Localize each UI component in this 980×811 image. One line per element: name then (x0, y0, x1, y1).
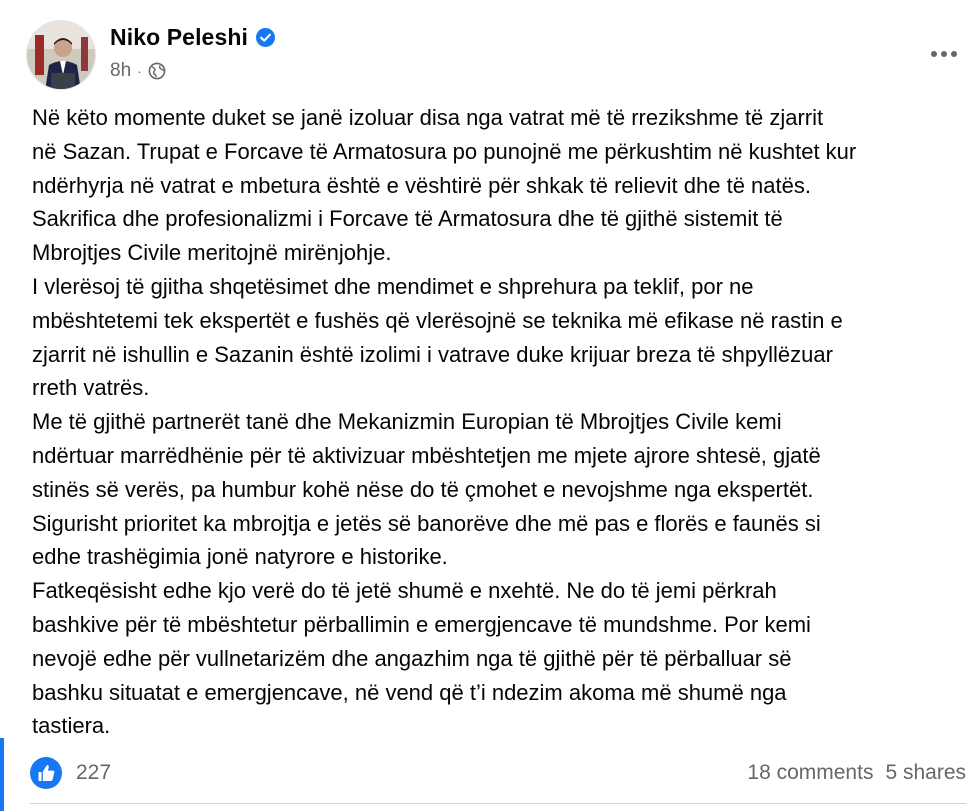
meta-separator: · (137, 63, 142, 79)
post-line: nevojë edhe për vullnetarizëm dhe angazh… (32, 645, 792, 671)
post-line: edhe trashëgimia jonë natyrore e histori… (32, 544, 448, 570)
post-body: Në këto momente duket se janë izoluar di… (32, 101, 972, 743)
post-line: Fatkeqësisht edhe kjo verë do të jetë sh… (32, 578, 777, 604)
post-line: zjarrit në ishullin e Sazanin është izol… (32, 341, 833, 367)
post-line: I vlerësoj të gjitha shqetësimet dhe men… (32, 273, 754, 299)
post-line: Mbrojtjes Civile meritojnë mirënjohje. (32, 240, 392, 266)
post-line: bashkive për të mbështetur përballimin e… (32, 611, 811, 637)
left-accent-bar (0, 738, 4, 811)
engagement-counts: 18 comments 5 shares (747, 761, 966, 785)
post-line: ndërhyrja në vatrat e mbetura është e vë… (32, 172, 811, 198)
post-line: mbështetemi tek ekspertët e fushës që vl… (32, 307, 843, 333)
post-line: në Sazan. Trupat e Forcave të Armatosura… (32, 138, 857, 164)
post-line: bashku situatat e emergjencave, në vend … (32, 679, 787, 705)
footer-divider (30, 803, 966, 804)
author-name[interactable]: Niko Peleshi (110, 24, 248, 51)
name-row: Niko Peleshi (110, 24, 275, 51)
globe-icon[interactable] (148, 62, 166, 80)
post-footer: 227 18 comments 5 shares (30, 755, 966, 793)
verified-badge-icon (255, 28, 275, 47)
comments-count[interactable]: 18 comments (747, 761, 873, 785)
more-options-button[interactable] (926, 36, 962, 72)
more-dots-icon (931, 51, 957, 57)
post-meta: 8h · (110, 60, 166, 82)
avatar-image (27, 21, 95, 89)
post-time[interactable]: 8h (110, 60, 131, 82)
post-header: Niko Peleshi 8h · (26, 20, 966, 90)
like-icon[interactable] (30, 757, 62, 789)
post-line: stinës së verës, pa humbur kohë nëse do … (32, 476, 814, 502)
post-line: Me të gjithë partnerët tanë dhe Mekanizm… (32, 409, 782, 435)
post-line: ndërtuar marrëdhënie për të aktivizuar m… (32, 442, 821, 468)
post-line: tastiera. (32, 713, 111, 739)
avatar[interactable] (26, 20, 96, 90)
post-line: Sakrifica dhe profesionalizmi i Forcave … (32, 206, 783, 232)
post-line: Sigurisht prioritet ka mbrojtja e jetës … (32, 510, 821, 536)
post-line: rreth vatrës. (32, 375, 150, 401)
reaction-count[interactable]: 227 (76, 761, 111, 785)
shares-count[interactable]: 5 shares (885, 761, 966, 785)
post-line: Në këto momente duket se janë izoluar di… (32, 105, 824, 130)
facebook-post: Niko Peleshi 8h · Në këto momente duket … (0, 0, 980, 811)
